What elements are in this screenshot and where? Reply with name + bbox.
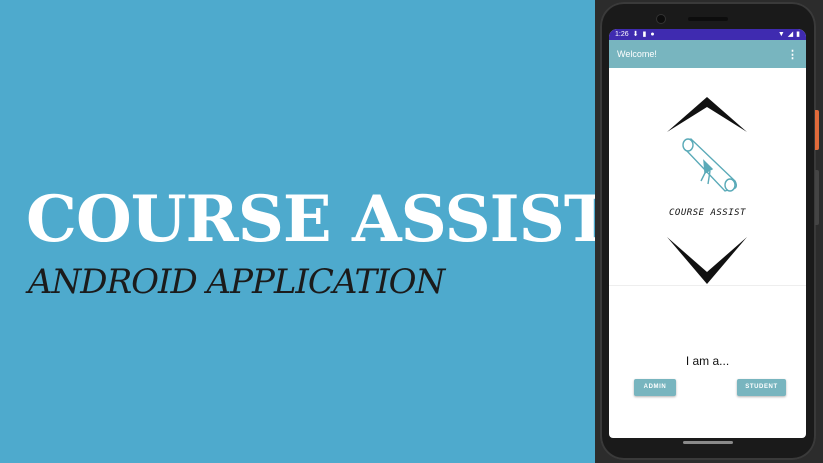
home-indicator[interactable] bbox=[683, 441, 733, 444]
power-button bbox=[815, 110, 819, 150]
wifi-icon: ▼ bbox=[777, 31, 785, 38]
logo: COURSE ASSIST bbox=[609, 89, 806, 289]
admin-button[interactable]: ADMIN bbox=[634, 379, 676, 396]
signal-icon: ◢ bbox=[787, 31, 794, 38]
volume-button bbox=[815, 170, 819, 225]
status-time: 1:26 bbox=[615, 31, 629, 38]
divider bbox=[609, 285, 806, 286]
lower-chevron-icon bbox=[667, 237, 747, 284]
hero-subtitle: ANDROID APPLICATION bbox=[28, 262, 445, 302]
role-prompt: I am a... bbox=[685, 354, 730, 368]
download-icon: ⬇ bbox=[632, 31, 639, 38]
battery-icon: ▮ bbox=[796, 31, 800, 38]
diploma-icon bbox=[682, 138, 738, 192]
phone-screen: 1:26 ⬇ ▮ ● ▼ ◢ ▮ Welcome! ⋮ COURSE ASSIS… bbox=[609, 29, 806, 438]
circle-icon: ● bbox=[650, 31, 655, 38]
logo-graphic bbox=[667, 97, 747, 284]
app-bar: Welcome! ⋮ bbox=[609, 40, 806, 68]
hero-panel: COURSE ASSIST ANDROID APPLICATION bbox=[0, 0, 611, 463]
status-bar: 1:26 ⬇ ▮ ● ▼ ◢ ▮ bbox=[609, 29, 806, 40]
earpiece-speaker bbox=[688, 17, 728, 21]
hero-title: COURSE ASSIST bbox=[26, 182, 611, 257]
front-camera bbox=[657, 15, 665, 23]
student-button[interactable]: STUDENT bbox=[737, 379, 786, 396]
upper-chevron-icon bbox=[667, 97, 747, 132]
overflow-menu-icon[interactable]: ⋮ bbox=[787, 48, 798, 61]
app-bar-title: Welcome! bbox=[617, 49, 657, 59]
clipboard-icon: ▮ bbox=[642, 31, 647, 38]
logo-text: COURSE ASSIST bbox=[669, 208, 746, 218]
